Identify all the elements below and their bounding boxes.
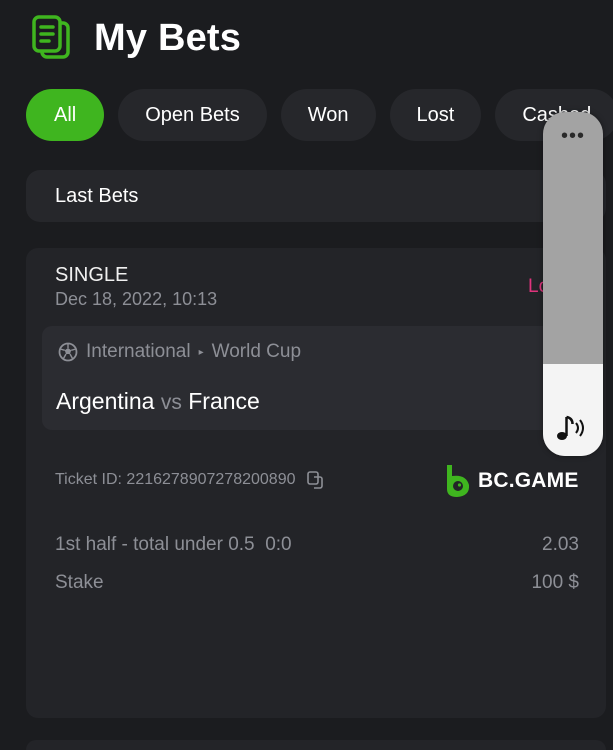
stake-value: 100 $	[531, 572, 579, 593]
brand-watermark: BC.GAME	[444, 464, 579, 498]
brand-name: BC.GAME	[478, 469, 579, 492]
tab-open-bets[interactable]: Open Bets	[118, 89, 267, 141]
last-bets-header[interactable]: Last Bets	[26, 170, 606, 222]
tab-all[interactable]: All	[26, 89, 105, 141]
ticket-id-row: Ticket ID: 2216278907278200890	[55, 470, 325, 490]
vs-label: vs	[160, 391, 182, 414]
bet-filter-tabs: All Open Bets Won Lost Cashed	[26, 89, 613, 141]
match-teams: Argentina vs France	[56, 388, 260, 415]
away-team: France	[188, 388, 260, 414]
next-bet-card[interactable]	[26, 740, 606, 750]
selection-market: 1st half - total under 0.5 0:0	[55, 534, 292, 556]
soccer-ball-icon	[58, 342, 78, 362]
bc-game-logo-icon	[447, 465, 470, 497]
stake-row: Stake 100 $	[55, 572, 579, 594]
floating-side-panel[interactable]: •••	[543, 112, 603, 456]
bets-document-icon	[32, 15, 70, 59]
last-bets-label: Last Bets	[55, 184, 139, 207]
tab-lost[interactable]: Lost	[389, 89, 482, 141]
selection-row: 1st half - total under 0.5 0:0 2.03	[55, 534, 579, 556]
league-name: World Cup	[211, 341, 302, 362]
page-header: My Bets	[30, 12, 241, 64]
more-dots-icon[interactable]: •••	[543, 126, 603, 146]
match-score: 0:0	[265, 534, 292, 555]
market-label: 1st half - total under 0.5	[55, 534, 255, 555]
breadcrumb: International ▸ World Cup	[58, 341, 301, 363]
bet-type: SINGLE	[55, 264, 129, 286]
tab-won[interactable]: Won	[280, 89, 376, 141]
bet-date: Dec 18, 2022, 10:13	[55, 289, 218, 309]
bet-card[interactable]: SINGLE Dec 18, 2022, 10:13 Lost Internat…	[26, 248, 606, 718]
copy-icon[interactable]	[305, 470, 325, 490]
match-info[interactable]: International ▸ World Cup Argentina vs F…	[42, 326, 582, 430]
ticket-id: Ticket ID: 2216278907278200890	[55, 471, 296, 488]
music-note-icon[interactable]	[554, 412, 590, 444]
league-category: International	[86, 341, 191, 362]
stake-label: Stake	[55, 572, 104, 593]
home-team: Argentina	[56, 388, 155, 414]
odds-value: 2.03	[542, 534, 579, 555]
page-title: My Bets	[94, 16, 242, 59]
chevron-right-icon: ▸	[198, 346, 204, 358]
